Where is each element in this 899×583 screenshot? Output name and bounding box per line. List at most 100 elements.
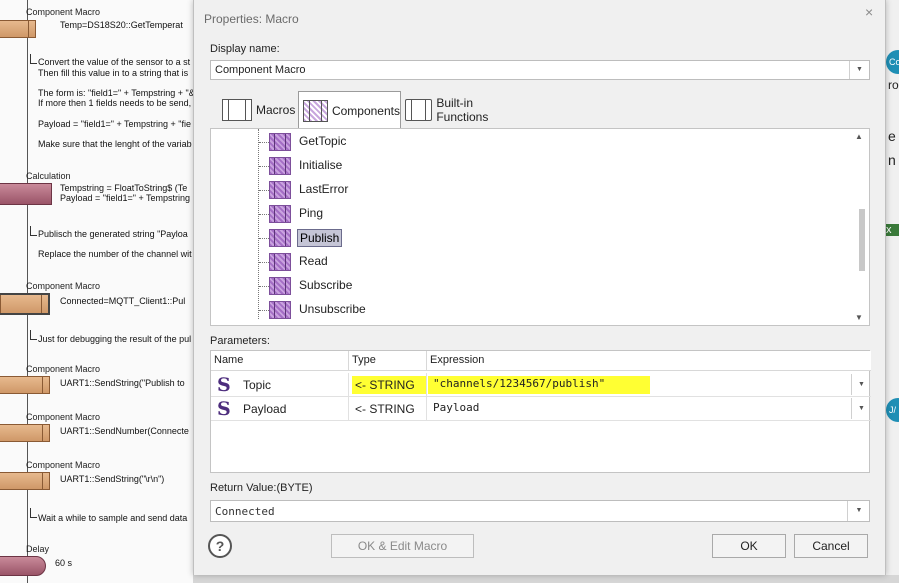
tab-label: Macros bbox=[256, 103, 296, 117]
param-type-cell: <- STRING bbox=[349, 397, 427, 421]
return-value-combo[interactable]: ▼ bbox=[210, 500, 870, 522]
tree-item[interactable]: Unsubscribe bbox=[211, 299, 851, 321]
comment-bracket bbox=[30, 226, 37, 236]
tree-scrollbar[interactable]: ▲ ▼ bbox=[851, 129, 869, 325]
component-macro-block[interactable] bbox=[0, 376, 50, 394]
parameter-row[interactable]: S Topic <- STRING "channels/1234567/publ… bbox=[211, 373, 871, 397]
tree-connector bbox=[259, 190, 269, 191]
tree-item[interactable]: Initialise bbox=[211, 155, 851, 177]
tree-connector bbox=[259, 262, 269, 263]
flow-label: Component Macro bbox=[26, 364, 101, 374]
background-text: ro bbox=[888, 78, 899, 92]
delay-block[interactable] bbox=[0, 556, 46, 576]
tree-item-label: Initialise bbox=[299, 158, 343, 172]
tab-label: Components bbox=[331, 103, 400, 118]
param-type: <- STRING bbox=[355, 402, 415, 416]
display-name-combo[interactable]: Component Macro ▼ bbox=[210, 60, 870, 80]
chevron-down-icon[interactable]: ▼ bbox=[849, 61, 869, 79]
ok-edit-macro-button[interactable]: OK & Edit Macro bbox=[331, 534, 474, 558]
background-text: n bbox=[888, 152, 896, 168]
tree-item[interactable]: LastError bbox=[211, 179, 851, 201]
tree-connector bbox=[259, 310, 269, 311]
scrollbar-thumb[interactable] bbox=[859, 209, 865, 271]
flow-text: UART1::SendString("\r\n") bbox=[60, 474, 165, 484]
component-macro-icon bbox=[269, 133, 291, 151]
tree-item-selected[interactable]: Publish bbox=[211, 227, 851, 249]
background-strip bbox=[193, 575, 899, 583]
tab-components[interactable]: Components bbox=[298, 91, 401, 129]
help-icon[interactable]: ? bbox=[208, 534, 232, 558]
param-name-cell: S Payload bbox=[211, 397, 349, 421]
comment-text: If more then 1 fields needs to be send, bbox=[38, 98, 192, 108]
comment-bracket bbox=[30, 330, 37, 340]
param-expression-cell[interactable]: "channels/1234567/publish" ▼ bbox=[427, 373, 871, 397]
param-expression[interactable]: Payload bbox=[433, 401, 479, 414]
background-text: x bbox=[886, 224, 899, 236]
comment-text: Just for debugging the result of the pul bbox=[38, 334, 192, 344]
flow-text: 60 s bbox=[55, 558, 73, 568]
parameter-row[interactable]: S Payload <- STRING Payload ▼ bbox=[211, 397, 871, 421]
properties-macro-dialog: Properties: Macro × Display name: Compon… bbox=[193, 0, 886, 575]
scroll-down-icon[interactable]: ▼ bbox=[855, 313, 863, 322]
param-name: Topic bbox=[243, 378, 272, 392]
flow-text: UART1::SendNumber(Connecte bbox=[60, 426, 189, 436]
comment-text: Wait a while to sample and send data bbox=[38, 513, 188, 523]
cancel-button[interactable]: Cancel bbox=[794, 534, 868, 558]
chevron-down-icon[interactable]: ▼ bbox=[849, 501, 869, 521]
comment-text: Replace the number of the channel wit bbox=[38, 249, 192, 259]
tree-item-label: Unsubscribe bbox=[299, 302, 366, 316]
component-macro-tree[interactable]: GetTopic Initialise LastError Ping Publi… bbox=[210, 128, 870, 326]
calculation-block[interactable] bbox=[0, 183, 52, 205]
scroll-up-icon[interactable]: ▲ bbox=[855, 132, 863, 141]
string-type-icon: S bbox=[217, 398, 231, 420]
component-icon bbox=[303, 99, 328, 122]
tree-item-label: Read bbox=[299, 254, 328, 268]
component-macro-block[interactable] bbox=[0, 472, 50, 490]
flow-text: UART1::SendString("Publish to bbox=[60, 378, 185, 388]
background-text: e bbox=[888, 128, 896, 144]
param-type-cell: <- STRING bbox=[349, 373, 427, 397]
comment-text: Payload = "field1=" + Tempstring + "fie bbox=[38, 119, 192, 129]
ok-button[interactable]: OK bbox=[712, 534, 786, 558]
component-macro-block-selected[interactable] bbox=[0, 293, 50, 315]
tree-connector bbox=[259, 238, 269, 239]
column-header-expression: Expression bbox=[427, 351, 871, 371]
parameters-label: Parameters: bbox=[210, 335, 270, 347]
tab-macros[interactable]: Macros bbox=[218, 93, 298, 127]
flow-label: Component Macro bbox=[26, 412, 101, 422]
chevron-down-icon[interactable]: ▼ bbox=[851, 374, 871, 395]
flow-text: Payload = "field1=" + Tempstring bbox=[60, 193, 191, 203]
flow-label: Component Macro bbox=[26, 460, 101, 470]
tree-connector bbox=[259, 142, 269, 143]
tree-connector bbox=[259, 214, 269, 215]
flow-text: Connected=MQTT_Client1::Pul bbox=[60, 296, 186, 306]
builtin-icon bbox=[405, 99, 433, 121]
return-value-label: Return Value:(BYTE) bbox=[210, 482, 313, 494]
component-macro-block[interactable] bbox=[0, 424, 50, 442]
component-macro-icon bbox=[269, 157, 291, 175]
component-macro-icon bbox=[269, 229, 291, 247]
tree-item[interactable]: GetTopic bbox=[211, 131, 851, 153]
dialog-title: Properties: Macro bbox=[204, 12, 299, 26]
flow-label: Component Macro bbox=[26, 7, 101, 17]
chevron-down-icon[interactable]: ▼ bbox=[851, 398, 871, 419]
return-value-input[interactable] bbox=[211, 501, 848, 521]
close-icon[interactable]: × bbox=[865, 4, 873, 20]
comment-text: Publisch the generated string "Payloa bbox=[38, 229, 188, 239]
tab-label: Built-in Functions bbox=[436, 96, 489, 124]
param-expression[interactable]: "channels/1234567/publish" bbox=[433, 377, 605, 390]
comment-bracket bbox=[30, 54, 37, 64]
column-header-type: Type bbox=[349, 351, 427, 371]
component-macro-block[interactable] bbox=[0, 20, 36, 38]
tree-item[interactable]: Ping bbox=[211, 203, 851, 225]
component-badge-icon: J/ bbox=[886, 398, 899, 422]
background-window: Co ro e n x J/ bbox=[886, 0, 899, 583]
tree-item[interactable]: Subscribe bbox=[211, 275, 851, 297]
component-macro-icon bbox=[269, 253, 291, 271]
flowchart-canvas: Component Macro Temp=DS18S20::GetTempera… bbox=[0, 0, 193, 583]
param-expression-cell[interactable]: Payload ▼ bbox=[427, 397, 871, 421]
tab-built-in-functions[interactable]: Built-in Functions bbox=[401, 93, 526, 127]
tree-item[interactable]: Read bbox=[211, 251, 851, 273]
comment-text: Then fill this value in to a string that… bbox=[38, 68, 189, 78]
param-name: Payload bbox=[243, 402, 287, 416]
